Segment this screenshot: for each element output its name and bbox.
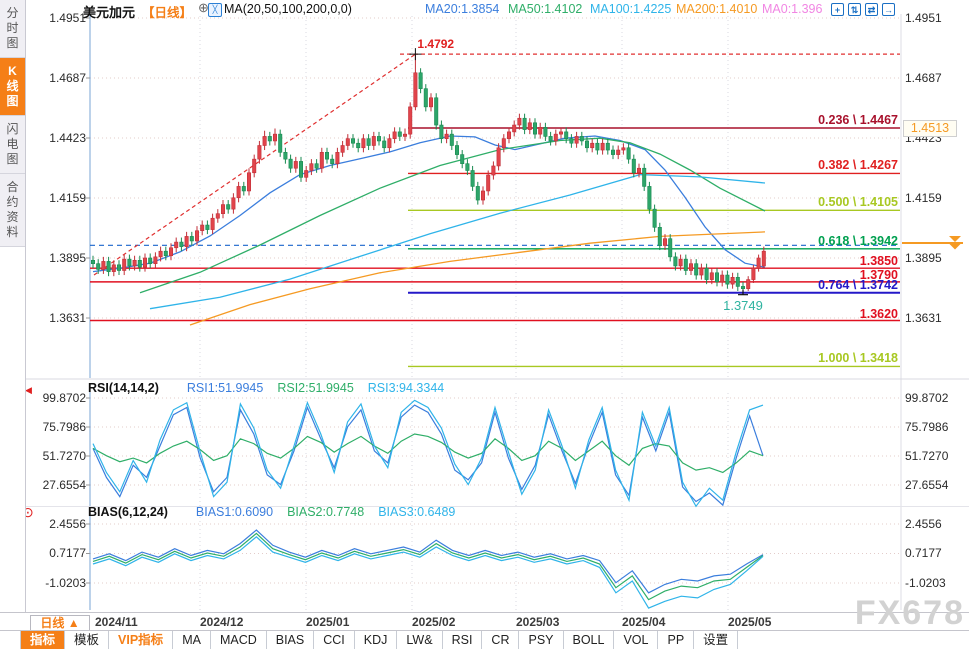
toolbar-item-BOLL[interactable]: BOLL <box>564 631 615 649</box>
y-axis-tick: 51.7270 <box>905 449 948 463</box>
rsi-panel-header: RSI(14,14,2) RSI1:51.9945 RSI2:51.9945 RSI3… <box>88 381 444 395</box>
bias-title: BIAS(6,12,24) <box>88 505 168 519</box>
trading-app-window: 分时图K线图闪电图合约资料 美元加元 【日线】 ⊕ ╳ MA(20,50,100… <box>0 0 969 649</box>
y-axis-tick: 1.4687 <box>26 71 86 85</box>
x-axis-month-label: 2025/03 <box>516 615 559 629</box>
rsi-title: RSI(14,14,2) <box>88 381 159 395</box>
indicator-value: RSI1:51.9945 <box>187 381 263 395</box>
indicator-value: BIAS2:0.7748 <box>287 505 364 519</box>
y-axis-tick: 1.4159 <box>26 191 86 205</box>
fib-level-label: 0.764 \ 1.3742 <box>640 278 898 292</box>
toolbar-item-设置[interactable]: 设置 <box>694 631 738 649</box>
ma-settings-icon[interactable]: ╳ <box>208 3 222 17</box>
ma0-legend: MA0:1.396 <box>762 2 822 16</box>
indicator-value: BIAS3:0.6489 <box>378 505 455 519</box>
toolbar-item-CCI[interactable]: CCI <box>314 631 355 649</box>
x-axis-month-label: 2025/02 <box>412 615 455 629</box>
chart-header: 美元加元 【日线】 ⊕ ╳ MA(20,50,100,200,0,0) MA20… <box>25 0 969 17</box>
fib-level-label: 0.236 \ 1.4467 <box>640 113 898 127</box>
sidebar-tab-item[interactable]: 分时图 <box>0 0 25 58</box>
y-axis-tick: 1.3631 <box>26 311 86 325</box>
toolbar-item-KDJ[interactable]: KDJ <box>355 631 398 649</box>
x-axis-month-label: 2025/05 <box>728 615 771 629</box>
bias-panel-header: BIAS(6,12,24) BIAS1:0.6090 BIAS2:0.7748 BIA… <box>88 505 455 519</box>
time-axis-row: 日线 ▲ 2024/11 2024/12 2025/01 2025/02 2025/03… <box>0 612 969 631</box>
x-axis-month-label: 2024/12 <box>200 615 243 629</box>
toolbar-item-LW&[interactable]: LW& <box>397 631 442 649</box>
x-axis-month-label: 2024/11 <box>95 615 138 629</box>
y-axis-tick: 27.6554 <box>26 478 86 492</box>
y-axis-tick: 99.8702 <box>26 391 86 405</box>
period-tag: 【日线】 <box>142 2 192 21</box>
y-axis-tick: 1.3895 <box>905 251 942 265</box>
y-axis-tick: 1.3631 <box>905 311 942 325</box>
chart-canvas <box>0 0 969 649</box>
indicator-value: RSI2:51.9945 <box>277 381 353 395</box>
ma50-legend: MA50:1.4102 <box>508 2 582 16</box>
sidebar-tab-item[interactable]: 合约资料 <box>0 174 25 247</box>
toolbar-item-VOL[interactable]: VOL <box>614 631 658 649</box>
y-axis-tick: 2.4556 <box>905 517 942 531</box>
y-axis-tick: -1.0203 <box>26 576 86 590</box>
x-axis-month-label: 2025/01 <box>306 615 349 629</box>
peak-price-label: 1.4792 <box>417 37 454 51</box>
toolbar-item-模板[interactable]: 模板 <box>65 631 109 649</box>
price-alert-box: 1.4513 <box>903 120 957 137</box>
fib-level-label: 0.382 \ 1.4267 <box>640 158 898 172</box>
ma100-legend: MA100:1.4225 <box>590 2 671 16</box>
axis-and-level-labels: 0.236 \ 1.4467 0.382 \ 1.4267 0.500 \ 1.41… <box>0 0 969 649</box>
y-axis-tick: 0.7177 <box>26 546 86 560</box>
fib-level-label: 1.000 \ 1.3418 <box>640 351 898 365</box>
fib-level-label: 0.500 \ 1.4105 <box>640 195 898 209</box>
x-axis-month-label: 2025/04 <box>622 615 665 629</box>
y-axis-tick: 1.3895 <box>26 251 86 265</box>
y-axis-tick: 1.4687 <box>905 71 942 85</box>
toolbar-item-指标[interactable]: 指标 <box>20 631 65 649</box>
toolbar-item-RSI[interactable]: RSI <box>443 631 483 649</box>
y-axis-tick: 27.6554 <box>905 478 948 492</box>
sidebar-tab-item[interactable]: 闪电图 <box>0 116 25 174</box>
y-axis-tick: 51.7270 <box>26 449 86 463</box>
toolbar-item-VIP指标[interactable]: VIP指标 <box>109 631 173 649</box>
ma20-legend: MA20:1.3854 <box>425 2 499 16</box>
sidebar-tab-active[interactable]: K线图 <box>0 58 25 116</box>
symbol-title: 美元加元 <box>83 2 135 21</box>
toolbar-item-CR[interactable]: CR <box>482 631 519 649</box>
indicator-toolbar: 指标模板VIP指标MAMACDBIASCCIKDJLW&RSICRPSYBOLL… <box>0 630 969 649</box>
toolbar-item-MA[interactable]: MA <box>173 631 211 649</box>
fib-level-label: 0.618 \ 1.3942 <box>640 234 898 248</box>
indicator-value: BIAS1:0.6090 <box>196 505 273 519</box>
y-axis-tick: 75.7986 <box>26 420 86 434</box>
y-axis-tick: 75.7986 <box>905 420 948 434</box>
toolbar-item-PP[interactable]: PP <box>658 631 694 649</box>
toolbar-item-BIAS[interactable]: BIAS <box>267 631 315 649</box>
ma200-legend: MA200:1.4010 <box>676 2 757 16</box>
ma-formula: MA(20,50,100,200,0,0) <box>224 2 352 16</box>
y-axis-tick: 1.4159 <box>905 191 942 205</box>
left-view-tabs: 分时图K线图闪电图合约资料 <box>0 0 26 612</box>
y-axis-tick: 0.7177 <box>905 546 942 560</box>
period-selector-button[interactable]: 日线 ▲ <box>30 615 90 631</box>
support-level-label: 1.3620 <box>700 307 898 321</box>
support-level-label: 1.3850 <box>700 254 898 268</box>
y-axis-tick: -1.0203 <box>905 576 946 590</box>
y-axis-tick: 99.8702 <box>905 391 948 405</box>
indicator-value: RSI3:94.3344 <box>368 381 444 395</box>
trough-price-label: 1.3749 <box>708 298 778 313</box>
toolbar-item-PSY[interactable]: PSY <box>519 631 563 649</box>
y-axis-tick: 2.4556 <box>26 517 86 531</box>
rsi-panel-arrow-icon[interactable]: ◀ <box>25 385 32 396</box>
watermark: FX678 <box>855 594 965 633</box>
y-axis-tick: 1.4423 <box>26 131 86 145</box>
support-level-label: 1.3790 <box>700 268 898 282</box>
toolbar-item-MACD[interactable]: MACD <box>211 631 267 649</box>
